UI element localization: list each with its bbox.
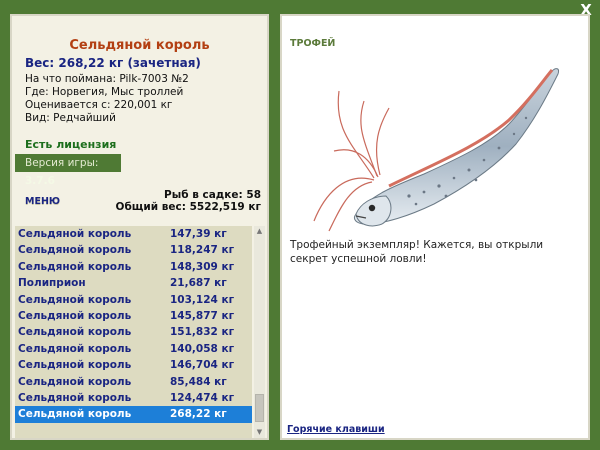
catch-fish-name: Сельдяной король — [18, 408, 132, 421]
catch-fish-name: Сельдяной король — [18, 342, 132, 355]
fish-title: Сельдяной король — [69, 38, 210, 53]
version-label: Версия игры: — [25, 157, 99, 169]
trophy-panel: ТРОФЕЙ Трофейный экземпляр! Кажется, вы … — [280, 14, 590, 440]
trophy-message: Трофейный экземпляр! Кажется, вы открыли… — [290, 239, 544, 265]
catch-fish-weight: 146,704 кг — [170, 359, 235, 372]
location-line: Где: Норвегия, Мыс троллей — [25, 86, 184, 98]
catch-fish-name: Сельдяной король — [18, 359, 132, 372]
catch-fish-weight: 124,474 кг — [170, 391, 235, 404]
bait-line: На что поймана: Pilk-7003 №2 — [25, 73, 189, 85]
version-badge: Версия игры: 3.7.6 — [15, 154, 121, 187]
scroll-up-icon[interactable]: ▲ — [254, 226, 265, 237]
catch-list-row[interactable]: Сельдяной король 268,22 кг — [15, 406, 252, 423]
catch-list-row[interactable]: Полиприон 21,687 кг — [15, 275, 252, 291]
catch-fish-name: Сельдяной король — [18, 244, 132, 257]
catch-fish-weight: 103,124 кг — [170, 293, 235, 306]
fish-count: Рыб в садке: 58 — [164, 189, 261, 201]
catch-list-row[interactable]: Сельдяной король 85,484 кг — [15, 374, 252, 390]
hotkeys-link[interactable]: Горячие клавиши — [287, 424, 385, 435]
catch-fish-weight: 21,687 кг — [170, 277, 227, 290]
catch-fish-weight: 148,309 кг — [170, 260, 235, 273]
catch-list-row[interactable]: Сельдяной король 124,474 кг — [15, 390, 252, 406]
menu-button[interactable]: МЕНЮ — [25, 196, 60, 207]
catch-fish-weight: 85,484 кг — [170, 375, 227, 388]
catch-list-row[interactable]: Сельдяной король 103,124 кг — [15, 292, 252, 308]
catch-list-row[interactable]: Сельдяной король 118,247 кг — [15, 242, 252, 258]
oarfish-image — [313, 68, 559, 232]
rarity-line: Вид: Редчайший — [25, 112, 116, 124]
catch-fish-name: Сельдяной король — [18, 260, 132, 273]
catch-fish-name: Сельдяной король — [18, 293, 132, 306]
catch-fish-name: Сельдяной король — [18, 326, 132, 339]
catch-fish-weight: 147,39 кг — [170, 228, 227, 240]
catch-fish-weight: 140,058 кг — [170, 342, 235, 355]
catch-list-row[interactable]: Сельдяной король 147,39 кг — [15, 226, 252, 242]
catch-fish-name: Сельдяной король — [18, 391, 132, 404]
fish-eye — [368, 204, 376, 212]
catch-fish-name: Полиприон — [18, 277, 86, 290]
catch-fish-weight: 268,22 кг — [170, 408, 227, 421]
scroll-thumb[interactable] — [255, 394, 264, 422]
fish-info-panel: Сельдяной король Вес: 268,22 кг (зачетна… — [10, 14, 269, 440]
catch-fish-name: Сельдяной король — [18, 228, 132, 240]
scroll-down-icon[interactable]: ▼ — [254, 427, 265, 438]
catch-list-row[interactable]: Сельдяной король 151,832 кг — [15, 324, 252, 340]
catch-fish-weight: 151,832 кг — [170, 326, 235, 339]
total-weight: Общий вес: 5522,519 кг — [115, 201, 261, 213]
catch-list-row[interactable]: Сельдяной король 148,309 кг — [15, 259, 252, 275]
min-weight-line: Оценивается с: 220,001 кг — [25, 99, 173, 111]
catch-stats: Рыб в садке: 58 Общий вес: 5522,519 кг — [116, 189, 261, 213]
catch-list-row[interactable]: Сельдяной король 146,704 кг — [15, 357, 252, 373]
catch-fish-weight: 145,877 кг — [170, 309, 235, 322]
catch-fish-name: Сельдяной король — [18, 375, 132, 388]
fish-weight: Вес: 268,22 кг (зачетная) — [25, 56, 201, 70]
catch-fish-name: Сельдяной король — [18, 309, 132, 322]
version-value: 3.7.6 — [25, 175, 55, 187]
catch-list-scrollbar[interactable]: ▲ ▼ — [254, 226, 265, 438]
catch-fish-weight: 118,247 кг — [170, 244, 235, 257]
catch-list[interactable]: Сельдяной король 147,39 кг Сельдяной корол… — [15, 226, 252, 438]
license-status: Есть лицензия — [25, 138, 117, 151]
catch-list-row[interactable]: Сельдяной король 140,058 кг — [15, 341, 252, 357]
fish-head — [355, 195, 392, 227]
catch-list-row[interactable]: Сельдяной король 145,877 кг — [15, 308, 252, 324]
fish-details: На что поймана: Pilk-7003 №2 Где: Норвег… — [25, 73, 189, 125]
